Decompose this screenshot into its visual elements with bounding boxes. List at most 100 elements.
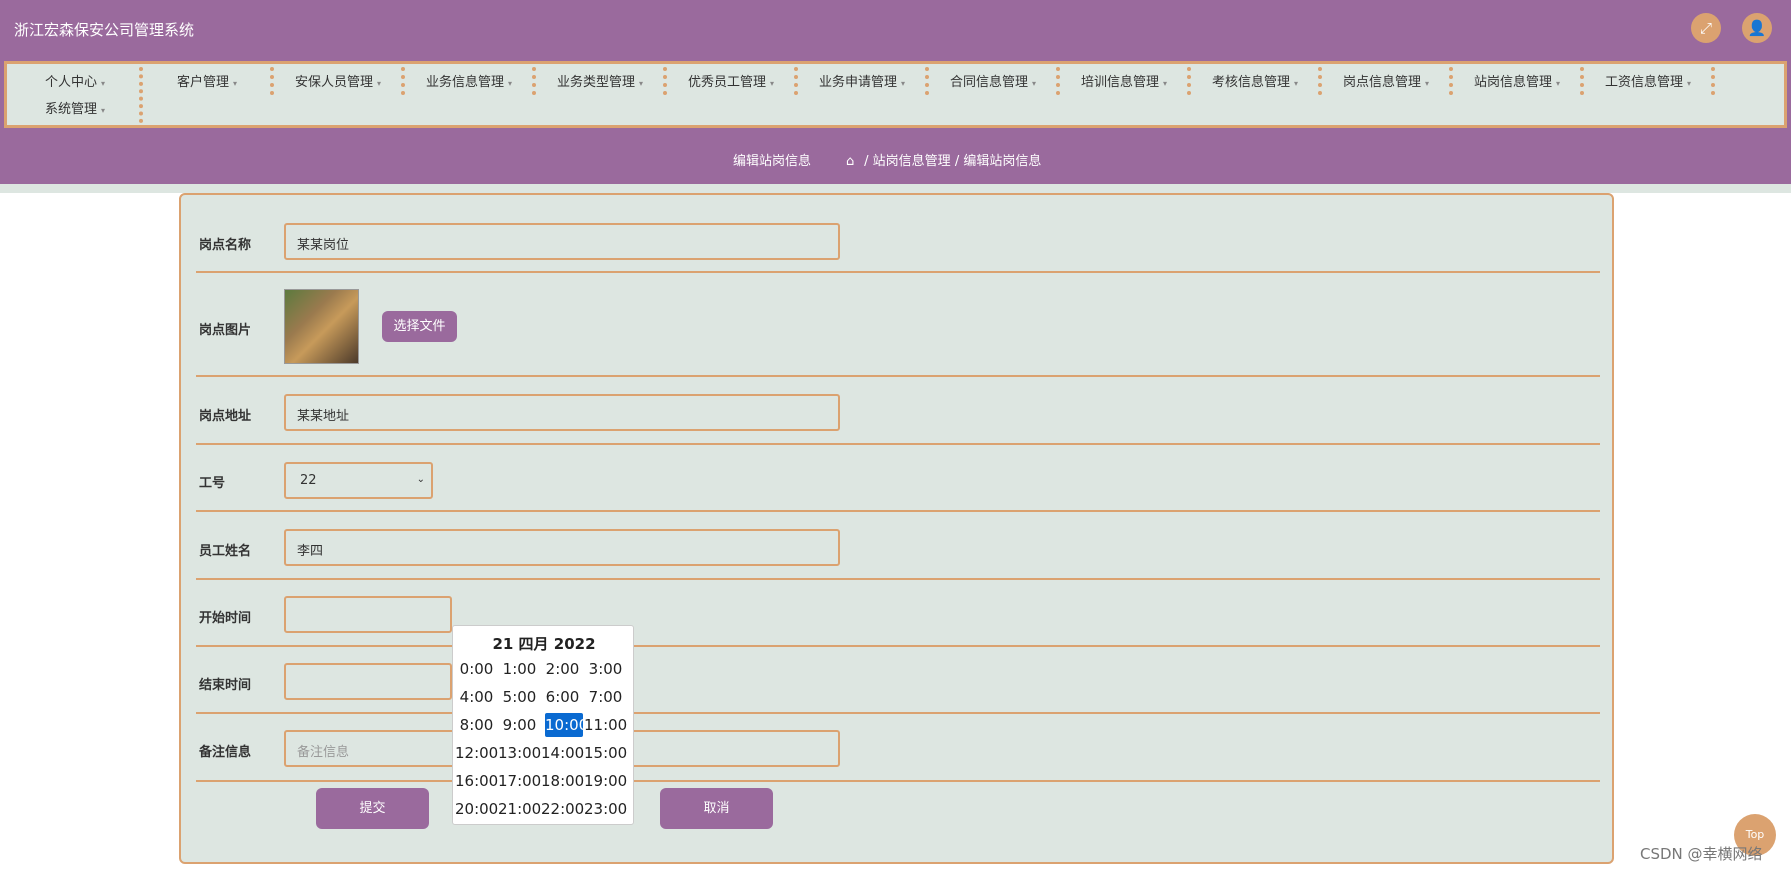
caret-down-icon: ▾ — [1032, 79, 1037, 88]
hour-cell[interactable]: 11:00 — [584, 713, 627, 737]
nav-item-personal-center[interactable]: 个人中心 ▾ — [13, 70, 137, 96]
caret-down-icon: ▾ — [508, 79, 513, 88]
caret-down-icon: ▾ — [639, 79, 644, 88]
nav-item-security-staff[interactable]: 安保人员管理 ▾ — [275, 70, 401, 96]
nav-item-excellent-staff[interactable]: 优秀员工管理 ▾ — [668, 70, 794, 96]
job-no-select[interactable]: 22 ⌄ — [284, 462, 433, 499]
breadcrumb-separator: / — [864, 154, 869, 169]
post-name-input[interactable]: 某某岗位 — [284, 223, 840, 260]
end-time-input[interactable] — [284, 663, 452, 700]
page-title-bar: 编辑站岗信息 ⌂ / 站岗信息管理 / 编辑站岗信息 — [0, 134, 1791, 184]
breadcrumb: ⌂ / 站岗信息管理 / 编辑站岗信息 — [846, 150, 1041, 169]
breadcrumb-current: 编辑站岗信息 — [963, 154, 1042, 169]
nav-item-contracts[interactable]: 合同信息管理 ▾ — [930, 70, 1056, 96]
post-image-thumbnail — [284, 289, 359, 364]
submit-button[interactable]: 提交 — [316, 788, 429, 829]
hour-cell[interactable]: 1:00 — [498, 657, 541, 681]
nav-item-salary[interactable]: 工资信息管理 ▾ — [1585, 70, 1711, 96]
choose-file-button[interactable]: 选择文件 — [382, 311, 457, 342]
hour-cell[interactable]: 5:00 — [498, 685, 541, 709]
hour-cell[interactable]: 18:00 — [541, 769, 584, 793]
top-header: 浙江宏森保安公司管理系统 ⤢ 👤 — [0, 0, 1791, 58]
hour-cell[interactable]: 23:00 — [584, 797, 627, 821]
nav-item-guard-duty[interactable]: 站岗信息管理 ▾ — [1454, 70, 1580, 96]
job-no-value: 22 — [300, 473, 317, 488]
caret-down-icon: ▾ — [1425, 79, 1430, 88]
label-end-time: 结束时间 — [199, 678, 252, 693]
hour-cell[interactable]: 7:00 — [584, 685, 627, 709]
post-address-input[interactable]: 某某地址 — [284, 394, 840, 431]
nav-separator — [1711, 67, 1715, 95]
label-job-no: 工号 — [199, 476, 226, 491]
hour-cell[interactable]: 20:00 — [455, 797, 498, 821]
caret-down-icon: ▾ — [770, 79, 775, 88]
hour-cell[interactable]: 22:00 — [541, 797, 584, 821]
hour-cell[interactable]: 21:00 — [498, 797, 541, 821]
hour-cell[interactable]: 12:00 — [455, 741, 498, 765]
hour-cell[interactable]: 9:00 — [498, 713, 541, 737]
nav-item-customers[interactable]: 客户管理 ▾ — [144, 70, 270, 96]
cancel-button[interactable]: 取消 — [660, 788, 773, 829]
nav-separator — [663, 67, 667, 95]
label-employee-name: 员工姓名 — [199, 544, 252, 559]
nav-separator — [925, 67, 929, 95]
caret-down-icon: ▾ — [101, 79, 106, 88]
caret-down-icon: ▾ — [377, 79, 382, 88]
caret-down-icon: ▾ — [1687, 79, 1692, 88]
nav-separator — [401, 67, 405, 95]
label-start-time: 开始时间 — [199, 611, 252, 626]
caret-down-icon: ▾ — [1294, 79, 1299, 88]
label-remark: 备注信息 — [199, 745, 252, 760]
nav-item-business-type[interactable]: 业务类型管理 ▾ — [537, 70, 663, 96]
hour-cell[interactable]: 19:00 — [584, 769, 627, 793]
nav-separator — [1580, 67, 1584, 95]
nav-separator — [1318, 67, 1322, 95]
nav-separator — [1449, 67, 1453, 95]
fullscreen-icon[interactable]: ⤢ — [1691, 13, 1721, 43]
nav-separator — [139, 67, 143, 123]
caret-down-icon: ▾ — [101, 106, 106, 115]
nav-item-post-info[interactable]: 岗点信息管理 ▾ — [1323, 70, 1449, 96]
hour-cell[interactable]: 6:00 — [541, 685, 584, 709]
hour-cell[interactable]: 16:00 — [455, 769, 498, 793]
caret-down-icon: ▾ — [1556, 79, 1561, 88]
start-time-input[interactable] — [284, 596, 452, 633]
label-post-address: 岗点地址 — [199, 409, 252, 424]
hour-cell[interactable]: 13:00 — [498, 741, 541, 765]
hour-cell[interactable]: 14:00 — [541, 741, 584, 765]
nav-item-business-apply[interactable]: 业务申请管理 ▾ — [799, 70, 925, 96]
hour-cell[interactable]: 17:00 — [498, 769, 541, 793]
hour-cell[interactable]: 0:00 — [455, 657, 498, 681]
label-post-image: 岗点图片 — [199, 323, 252, 338]
label-post-name: 岗点名称 — [199, 238, 252, 253]
caret-down-icon: ▾ — [1163, 79, 1168, 88]
hour-cell-selected[interactable]: 10:00 — [545, 713, 588, 737]
hour-cell[interactable]: 8:00 — [455, 713, 498, 737]
main-nav: 个人中心 ▾ 客户管理 ▾ 安保人员管理 ▾ 业务信息管理 ▾ 业务类型管理 ▾ 优秀员工… — [4, 61, 1787, 128]
nav-separator — [1187, 67, 1191, 95]
nav-item-business-info[interactable]: 业务信息管理 ▾ — [406, 70, 532, 96]
divider-strip — [0, 184, 1791, 193]
user-icon[interactable]: 👤 — [1742, 13, 1772, 43]
app-title: 浙江宏森保安公司管理系统 — [14, 21, 195, 39]
nav-item-system[interactable]: 系统管理 ▾ — [13, 97, 137, 123]
employee-name-input[interactable]: 李四 — [284, 529, 840, 566]
nav-wrapper: 个人中心 ▾ 客户管理 ▾ 安保人员管理 ▾ 业务信息管理 ▾ 业务类型管理 ▾ 优秀员工… — [0, 58, 1791, 134]
datetime-picker: 21 四月 2022 0:00 1:00 2:00 3:00 4:00 5:00… — [452, 625, 634, 825]
page-title: 编辑站岗信息 — [733, 154, 812, 169]
hour-cell[interactable]: 3:00 — [584, 657, 627, 681]
select-arrow-icon: ⌄ — [416, 474, 425, 485]
caret-down-icon: ▾ — [901, 79, 906, 88]
nav-separator — [270, 67, 274, 95]
home-icon[interactable]: ⌂ — [846, 154, 860, 169]
caret-down-icon: ▾ — [233, 79, 238, 88]
nav-item-training[interactable]: 培训信息管理 ▾ — [1061, 70, 1187, 96]
hour-cell[interactable]: 2:00 — [541, 657, 584, 681]
breadcrumb-separator: / — [954, 154, 960, 169]
nav-separator — [1056, 67, 1060, 95]
breadcrumb-parent[interactable]: 站岗信息管理 — [873, 154, 951, 169]
hour-cell[interactable]: 15:00 — [584, 741, 627, 765]
nav-item-assessment[interactable]: 考核信息管理 ▾ — [1192, 70, 1318, 96]
picker-date-title[interactable]: 21 四月 2022 — [453, 633, 635, 654]
hour-cell[interactable]: 4:00 — [455, 685, 498, 709]
